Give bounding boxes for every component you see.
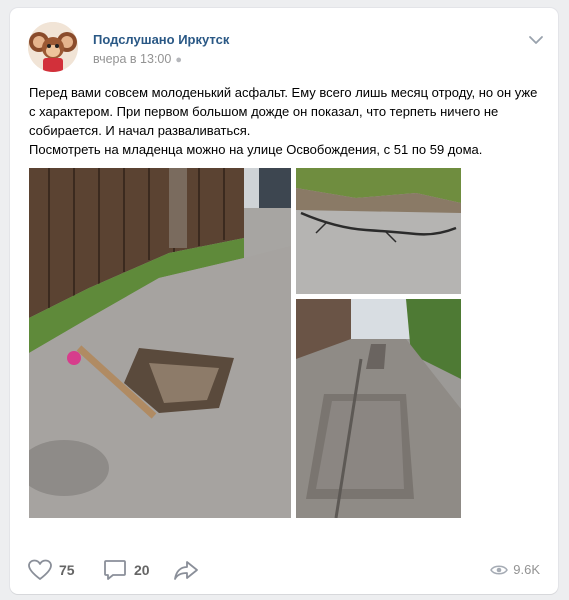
comment-icon	[104, 560, 126, 580]
eye-icon	[490, 565, 509, 574]
photo-2[interactable]	[296, 168, 461, 294]
heart-icon	[28, 559, 52, 580]
photo-cracked-asphalt	[296, 168, 461, 294]
post-actions-bar: 75 20 9.6K	[10, 548, 558, 594]
chevron-down-icon	[529, 36, 543, 44]
cheburashka-avatar-image	[28, 22, 78, 72]
share-button[interactable]	[173, 558, 199, 582]
post-card: Подслушано Иркутск вчера в 13:00 ● Перед …	[10, 8, 558, 594]
views-count: 9.6K	[513, 562, 540, 577]
post-text: Перед вами совсем молоденький асфальт. Е…	[29, 83, 544, 159]
comment-button[interactable]: 20	[103, 558, 150, 582]
community-avatar[interactable]	[28, 22, 78, 72]
post-text-paragraph-1: Перед вами совсем молоденький асфальт. Е…	[29, 85, 538, 138]
like-count: 75	[59, 562, 75, 578]
like-button[interactable]: 75	[28, 558, 75, 582]
author-name[interactable]: Подслушано Иркутск	[93, 32, 229, 47]
post-time[interactable]: вчера в 13:00 ●	[93, 52, 182, 66]
platform-icon: ●	[175, 54, 182, 66]
photo-1[interactable]	[29, 168, 291, 518]
share-icon	[174, 561, 198, 580]
post-menu-button[interactable]	[528, 32, 544, 44]
views-counter: 9.6K	[490, 562, 540, 577]
comment-count: 20	[134, 562, 150, 578]
photo-flooded-road	[296, 299, 461, 518]
post-time-text: вчера в 13:00	[93, 52, 172, 66]
post-text-paragraph-2: Посмотреть на младенца можно на улице Ос…	[29, 142, 483, 157]
photo-broken-asphalt-fence	[29, 168, 291, 518]
photo-3[interactable]	[296, 299, 461, 518]
